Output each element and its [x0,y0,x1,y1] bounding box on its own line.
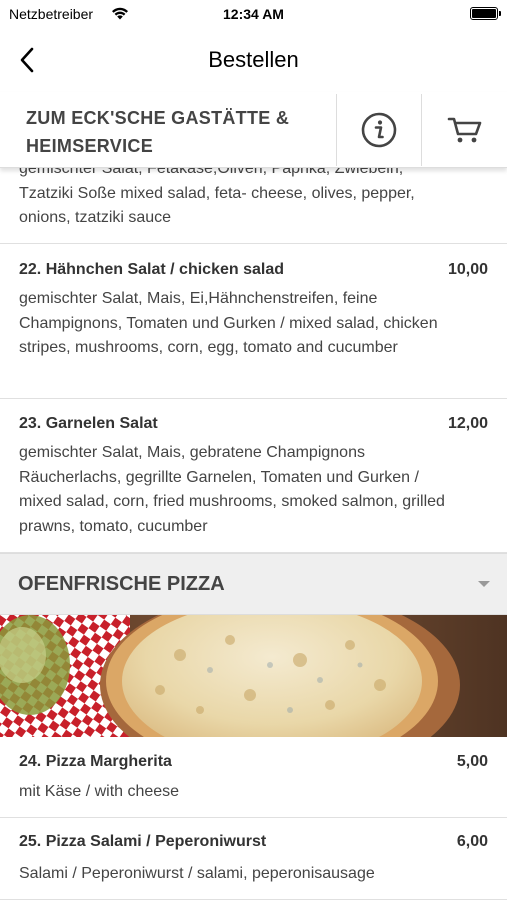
item-description-line: Tzatziki Soße mixed salad, feta- cheese,… [19,184,415,202]
item-title: 24. Pizza Margherita [19,753,172,770]
navigation-bar: Bestellen [0,28,507,92]
menu-item[interactable]: 23. Garnelen Salat 12,00 gemischter Sala… [0,399,507,553]
restaurant-name: ZUM ECK'SCHE GASTÄTTE & HEIMSERVICE [26,108,290,156]
cart-icon [447,117,481,143]
item-price: 12,00 [447,415,488,432]
back-button[interactable] [14,42,46,78]
item-description: gemischter Salat, Mais, gebratene Champi… [19,444,445,535]
item-price: 10,00 [447,261,488,278]
chevron-down-icon [478,581,490,587]
chevron-left-icon [20,47,34,73]
status-bar: Netzbetreiber 12:34 AM [0,0,507,28]
item-description: mit Käse / with cheese [19,783,180,800]
item-title: 22. Hähnchen Salat / chicken salad [19,261,284,278]
item-description-line: gemischter Salat, Fetakäse,Oliven, Papri… [19,168,404,177]
info-button[interactable] [337,92,421,168]
restaurant-header: ZUM ECK'SCHE GASTÄTTE & HEIMSERVICE [0,92,507,168]
clock: 12:34 AM [223,6,284,22]
cart-button[interactable] [422,92,507,168]
item-description: gemischter Salat, Fetakäse,Oliven, Papri… [19,168,459,231]
pizza-banner-image [0,615,507,737]
item-price: 5,00 [456,753,488,770]
menu-list[interactable]: gemischter Salat, Fetakäse,Oliven, Papri… [0,168,507,900]
pizza-illustration [0,615,507,737]
menu-item[interactable]: 22. Hähnchen Salat / chicken salad 10,00… [0,244,507,399]
section-title: OFENFRISCHE PIZZA [18,573,225,595]
page-title: Bestellen [208,47,299,72]
item-title: 25. Pizza Salami / Peperoniwurst [19,833,267,850]
item-title: 23. Garnelen Salat [19,415,158,432]
item-description: gemischter Salat, Mais, Ei,Hähnchenstrei… [19,290,438,356]
menu-item[interactable]: 24. Pizza Margherita 5,00 mit Käse / wit… [0,737,507,818]
battery-icon [470,7,501,20]
menu-item[interactable]: 25. Pizza Salami / Peperoniwurst 6,00 Sa… [0,818,507,900]
section-header-pizza[interactable]: OFENFRISCHE PIZZA [0,553,507,615]
item-description-line: onions, tzatziki sauce [19,209,172,226]
item-description: Salami / Peperoniwurst / salami, peperon… [19,865,375,882]
menu-item[interactable]: gemischter Salat, Fetakäse,Oliven, Papri… [0,168,507,244]
item-price: 6,00 [456,833,488,850]
info-icon [361,112,397,148]
